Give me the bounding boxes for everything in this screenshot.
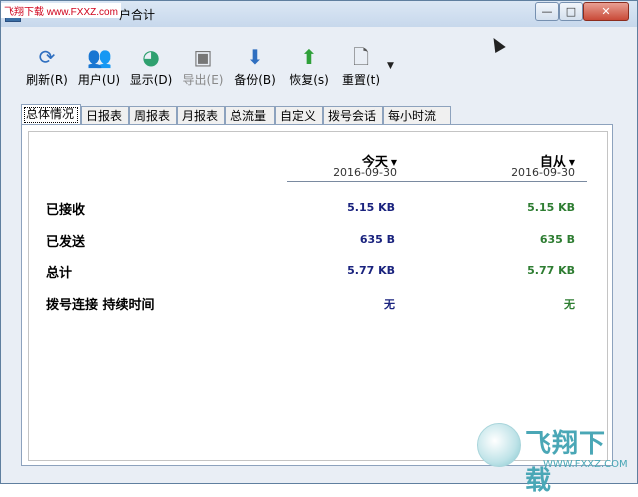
users-button[interactable]: 👥 用户(U) [73, 41, 125, 93]
refresh-label: 刷新(R) [26, 73, 68, 87]
column-since-date: 2016-09-30 [511, 166, 575, 179]
maximize-button[interactable]: □ [559, 2, 583, 21]
maximize-icon: □ [565, 5, 577, 18]
close-button[interactable]: ✕ [583, 2, 629, 21]
today-value: 无 [384, 298, 395, 311]
restore-arrow-up-icon: ⬆ [300, 45, 318, 69]
tab-1[interactable]: 日报表 [81, 106, 129, 125]
watermark-brand-tag: 飞翔下载 www.FXXZ.com [1, 3, 121, 18]
reset-document-icon: 🗋 [352, 45, 370, 69]
row-label: 总计 [46, 266, 73, 281]
tab-6[interactable]: 拨号会话 [323, 106, 383, 125]
refresh-button[interactable]: ⟳ 刷新(R) [21, 41, 73, 93]
row-label: 拨号连接 持续时间 [46, 298, 155, 313]
watermark: 飞翔下载 WWW.FXXZ.COM [477, 421, 629, 496]
since-value: 5.77 KB [527, 264, 575, 277]
tab-7[interactable]: 每小时流量 [383, 106, 451, 141]
row-label: 已接收 [46, 203, 86, 218]
display-label: 显示(D) [129, 73, 173, 87]
toolbar-more-chevron-down-icon[interactable]: ▼ [387, 61, 394, 71]
column-today-date: 2016-09-30 [333, 166, 397, 179]
window-title: 户合计 [119, 8, 156, 22]
watermark-url: WWW.FXXZ.COM [543, 459, 628, 470]
export-label: 导出(E) [182, 73, 224, 87]
tab-4[interactable]: 总流量 [225, 106, 275, 125]
app-window: 飞翔下载 www.FXXZ.com 户合计 — □ ✕ ⟳ 刷新(R) 👥 用户(U)… [0, 0, 638, 496]
tab-bar: 总体情况日报表周报表月报表总流量自定义拨号会话每小时流量 [21, 104, 631, 141]
toolbar: ⟳ 刷新(R) 👥 用户(U) ◕ 显示(D) ▣ 导出(E) ⬇ 备份(B) ⬆ 恢复(s) 🗋 重置(… [5, 41, 625, 93]
tab-3[interactable]: 月报表 [177, 106, 225, 125]
close-icon: ✕ [601, 5, 611, 18]
export-button[interactable]: ▣ 导出(E) [177, 41, 229, 93]
backup-label: 备份(B) [234, 73, 276, 87]
reset-button[interactable]: 🗋 重置(t) [335, 41, 387, 93]
minimize-icon: — [541, 5, 553, 18]
display-icon: ◕ [142, 45, 160, 69]
tab-5[interactable]: 自定义 [275, 106, 323, 125]
since-value: 635 B [539, 233, 575, 246]
today-value: 5.15 KB [347, 201, 395, 214]
save-icon: ▣ [193, 45, 213, 69]
restore-label: 恢复(s) [289, 73, 329, 87]
today-value: 635 B [359, 233, 395, 246]
backup-arrow-down-icon: ⬇ [246, 45, 264, 69]
since-value: 5.15 KB [527, 201, 575, 214]
tab-2[interactable]: 周报表 [129, 106, 177, 125]
watermark-logo-icon [477, 423, 521, 467]
row-label: 已发送 [46, 235, 86, 250]
users-label: 用户(U) [77, 73, 121, 87]
minimize-button[interactable]: — [535, 2, 559, 21]
today-value: 5.77 KB [347, 264, 395, 277]
title-bar: 飞翔下载 www.FXXZ.com 户合计 — □ ✕ [1, 1, 637, 27]
since-value: 无 [564, 298, 575, 311]
header-divider [287, 181, 587, 182]
backup-button[interactable]: ⬇ 备份(B) [229, 41, 281, 93]
restore-button[interactable]: ⬆ 恢复(s) [283, 41, 335, 93]
tab-0[interactable]: 总体情况 [21, 104, 81, 126]
users-icon: 👥 [87, 45, 112, 69]
refresh-icon: ⟳ [38, 45, 56, 69]
reset-label: 重置(t) [341, 73, 381, 87]
display-button[interactable]: ◕ 显示(D) [125, 41, 177, 93]
